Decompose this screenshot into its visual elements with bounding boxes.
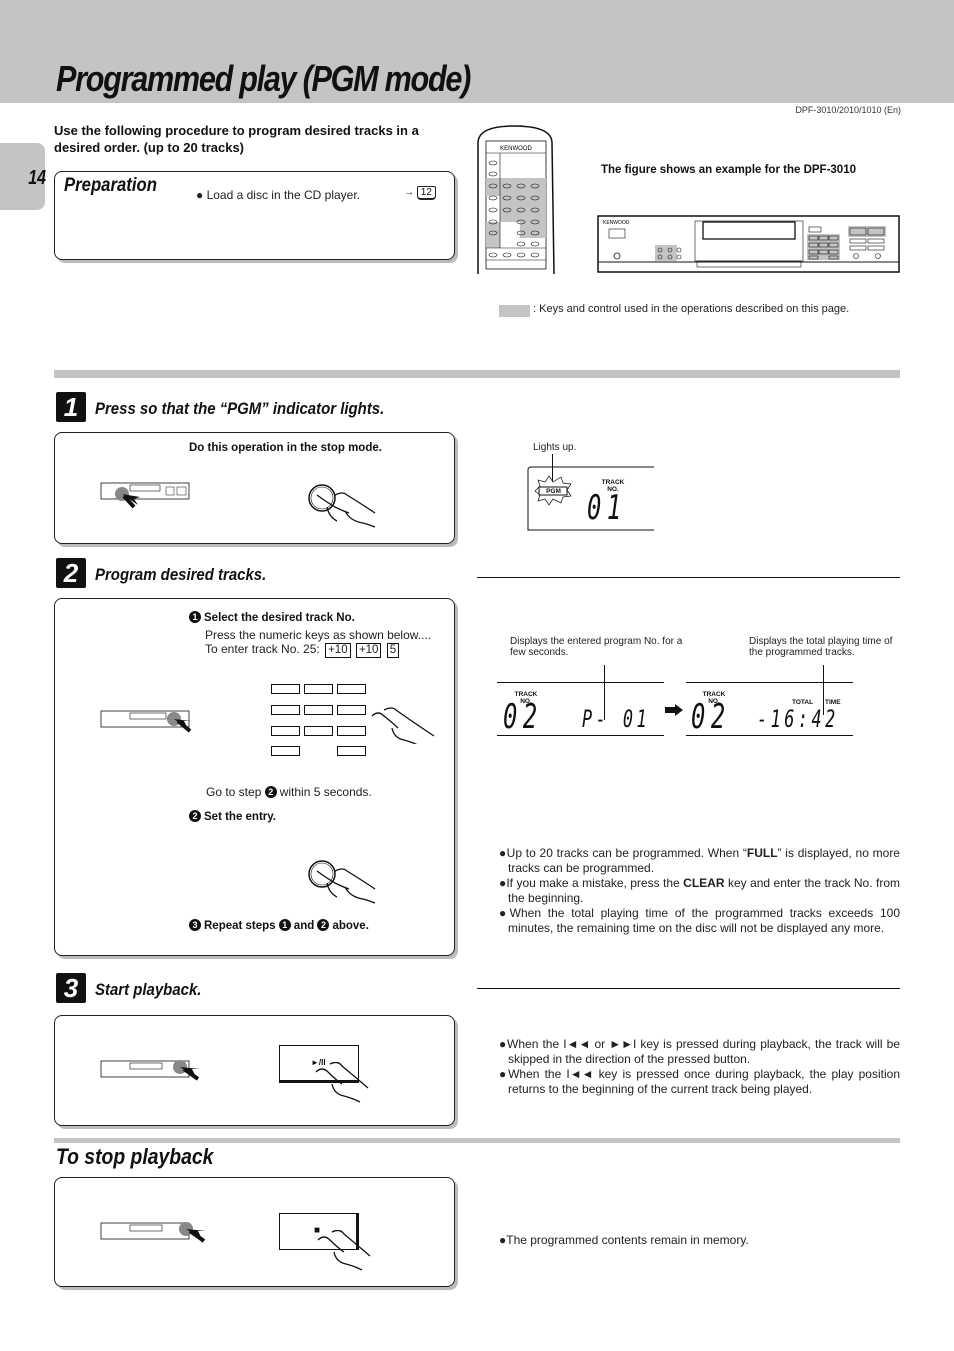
keypad-key[interactable] bbox=[271, 746, 300, 756]
key-plus10: +10 bbox=[355, 643, 382, 658]
substep-3-title: 3 Repeat steps 1 and 2 above. bbox=[189, 919, 369, 932]
player-numeric-keys-icon bbox=[100, 710, 192, 733]
keypad-key[interactable] bbox=[304, 726, 333, 736]
right-divider-1 bbox=[477, 577, 900, 578]
lights-up-callout: Lights up. bbox=[533, 442, 577, 453]
step-2-badge: 2 bbox=[56, 558, 86, 588]
player-brand: KENWOOD bbox=[603, 220, 630, 226]
step-2-title: Program desired tracks. bbox=[95, 565, 267, 584]
cd-player-illustration: KENWOOD bbox=[597, 215, 900, 273]
program-no-callout: Displays the entered program No. for a f… bbox=[510, 636, 683, 658]
page-title: Programmed play (PGM mode) bbox=[56, 58, 471, 99]
keypad-key[interactable] bbox=[304, 684, 333, 694]
intro-text: Use the following procedure to program d… bbox=[54, 123, 419, 155]
note-item: ●When the I◄◄ key is pressed once during… bbox=[499, 1067, 900, 1096]
preparation-title: Preparation bbox=[64, 175, 157, 196]
step-2-notes: ●Up to 20 tracks can be programmed. When… bbox=[499, 846, 900, 936]
keypad-key[interactable] bbox=[271, 726, 300, 736]
key-plus10: +10 bbox=[325, 643, 351, 658]
player-play-key-icon bbox=[100, 1060, 200, 1081]
keypad-key[interactable] bbox=[304, 705, 333, 715]
remote-control-illustration: KENWOOD bbox=[477, 125, 555, 275]
step-1-badge: 1 bbox=[56, 392, 86, 422]
total-time-callout: Displays the total playing time of the p… bbox=[749, 636, 893, 658]
finger-press-keypad-icon bbox=[371, 707, 435, 744]
keypad-key[interactable] bbox=[271, 684, 300, 694]
player-pgm-key-icon bbox=[100, 482, 190, 509]
stop-section-title: To stop playback bbox=[56, 1144, 214, 1169]
player-stop-key-icon bbox=[100, 1222, 206, 1243]
keypad-key[interactable] bbox=[337, 726, 366, 736]
finger-press-play-icon bbox=[315, 1062, 369, 1103]
numeric-keypad bbox=[271, 684, 371, 764]
remote-brand: KENWOOD bbox=[500, 146, 532, 152]
keypad-key[interactable] bbox=[337, 746, 366, 756]
substep-2-title: 2 Set the entry. bbox=[189, 810, 276, 823]
lcd-right-top bbox=[686, 682, 853, 683]
page-reference[interactable]: → 12 bbox=[404, 186, 436, 200]
note-item: ●When the I◄◄ or ►►I key is pressed duri… bbox=[499, 1037, 900, 1066]
step-1-instruction: Do this operation in the stop mode. bbox=[189, 442, 382, 454]
substep-1-title: 1 Select the desired track No. bbox=[189, 611, 355, 624]
total-time-display: -16:42 bbox=[757, 705, 839, 733]
right-divider-2 bbox=[477, 988, 900, 989]
finger-press-set-icon[interactable] bbox=[305, 857, 385, 907]
track-digits-right: 02 bbox=[691, 697, 731, 737]
stop-note: ●The programmed contents remain in memor… bbox=[499, 1233, 749, 1247]
step-3-title: Start playback. bbox=[95, 980, 202, 999]
arrow-right-icon bbox=[665, 704, 683, 716]
figure-caption: The figure shows an example for the DPF-… bbox=[601, 164, 856, 176]
keypad-key[interactable] bbox=[337, 684, 366, 694]
note-item: ●Up to 20 tracks can be programmed. When… bbox=[499, 846, 900, 875]
track-digits-left: 02 bbox=[503, 697, 543, 737]
step-3-badge: 3 bbox=[56, 973, 86, 1003]
model-reference: DPF-3010/2010/1010 (En) bbox=[795, 105, 901, 115]
step-3-notes: ●When the I◄◄ or ►►I key is pressed duri… bbox=[499, 1037, 900, 1097]
finger-press-pgm-icon[interactable] bbox=[305, 481, 385, 531]
substep-1-line1: Press the numeric keys as shown below...… bbox=[205, 628, 432, 642]
note-item: ●When the total playing time of the prog… bbox=[499, 906, 900, 935]
arrow-right-icon: → bbox=[404, 187, 414, 198]
highlight-legend-swatch bbox=[499, 305, 530, 317]
note-item: ●If you make a mistake, press the CLEAR … bbox=[499, 876, 900, 905]
book-icon: 12 bbox=[416, 186, 436, 200]
keypad-key[interactable] bbox=[337, 705, 366, 715]
program-number-display: P- 01 bbox=[582, 705, 651, 733]
lcd-left-top bbox=[497, 682, 664, 683]
pgm-indicator: PGM bbox=[546, 488, 561, 495]
section-divider bbox=[54, 370, 900, 378]
section-divider bbox=[54, 1138, 900, 1143]
step-1-title: Press so that the “PGM” indicator lights… bbox=[95, 399, 385, 418]
finger-press-stop-icon bbox=[317, 1230, 371, 1271]
keypad-key[interactable] bbox=[271, 705, 300, 715]
track-digits-step1: 01 bbox=[587, 488, 627, 528]
goto-step-note: Go to step 2 within 5 seconds. bbox=[206, 785, 372, 799]
page-number: 14 bbox=[28, 167, 47, 189]
highlight-legend-text: : Keys and control used in the operation… bbox=[533, 303, 850, 315]
key-5: 5 bbox=[386, 643, 400, 658]
substep-1-line2: To enter track No. 25: +10 +10 5 bbox=[205, 642, 400, 658]
preparation-bullet: ● Load a disc in the CD player. bbox=[196, 188, 361, 202]
